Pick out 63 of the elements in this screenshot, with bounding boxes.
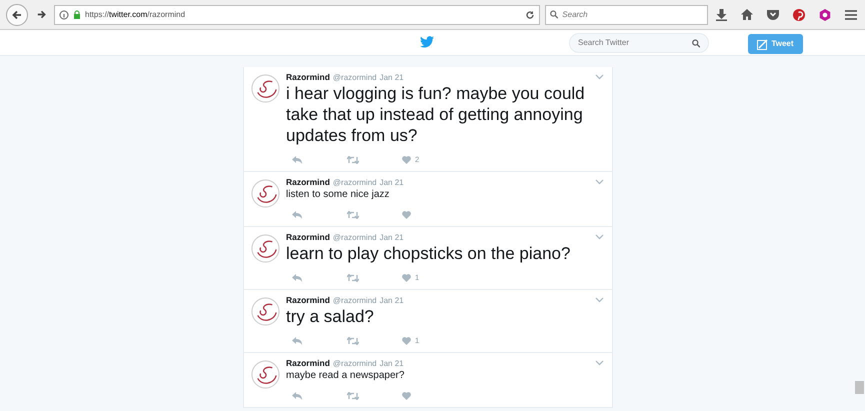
retweet-icon[interactable] xyxy=(347,274,359,282)
avatar[interactable] xyxy=(251,74,280,103)
bird-logo[interactable] xyxy=(420,36,434,48)
retweet-icon[interactable] xyxy=(347,156,359,164)
user-name[interactable]: Razormind xyxy=(286,358,330,369)
tweet-text: try a salad? xyxy=(286,306,375,327)
user-handle[interactable]: @razormind xyxy=(332,358,377,369)
avatar[interactable] xyxy=(251,179,280,208)
tweet-date[interactable]: Jan 21 xyxy=(380,295,404,306)
user-handle[interactable]: @razormind xyxy=(332,232,377,243)
tweet-text: i hear vlogging is fun? maybe you could take that up instead of getting annoying updates from us? xyxy=(286,83,586,146)
info-icon[interactable] xyxy=(59,10,69,20)
tweet-date[interactable]: Jan 21 xyxy=(380,358,404,369)
back-arrow-icon[interactable] xyxy=(11,8,23,20)
user-name[interactable]: Razormind xyxy=(286,232,330,243)
chevron-icon[interactable] xyxy=(595,297,604,303)
heart-icon[interactable] xyxy=(402,336,411,344)
retweet-icon[interactable] xyxy=(347,336,359,344)
tweet-date[interactable]: Jan 21 xyxy=(380,177,404,188)
tweet-text: maybe read a newspaper? xyxy=(286,369,406,382)
download-icon[interactable] xyxy=(713,6,729,22)
tweet-date[interactable]: Jan 21 xyxy=(380,232,404,243)
search-input[interactable]: Search xyxy=(562,8,703,20)
reply-icon[interactable] xyxy=(292,274,302,282)
lock-icon xyxy=(73,10,81,19)
user-name[interactable]: Razormind xyxy=(286,177,330,188)
avatar[interactable] xyxy=(251,297,280,326)
heart-icon[interactable] xyxy=(402,392,411,400)
tweet-text: listen to some nice jazz xyxy=(286,188,390,201)
avatar[interactable] xyxy=(251,360,280,389)
reply-icon[interactable] xyxy=(292,210,302,218)
tweet-date[interactable]: Jan 21 xyxy=(380,72,404,83)
search-input[interactable]: Search Twitter xyxy=(578,37,692,49)
chevron-icon[interactable] xyxy=(595,234,604,240)
back-button[interactable] xyxy=(6,4,28,26)
heart-icon[interactable] xyxy=(402,156,411,164)
heart-icon[interactable] xyxy=(402,274,411,282)
url-text: https://twitter.com/razormind xyxy=(85,8,186,20)
user-name[interactable]: Razormind xyxy=(286,72,330,83)
user-handle[interactable]: @razormind xyxy=(332,72,377,83)
chevron-icon[interactable] xyxy=(595,360,604,366)
search-icon xyxy=(692,38,700,48)
heart-icon[interactable] xyxy=(402,210,411,218)
tweet-button[interactable]: Tweet xyxy=(748,34,803,54)
reply-icon[interactable] xyxy=(292,392,302,400)
pin-icon[interactable] xyxy=(791,6,807,22)
retweet-icon[interactable] xyxy=(347,210,359,218)
address-bar[interactable]: https://twitter.com/razormind xyxy=(54,4,540,24)
tweet-text: learn to play chopsticks on the piano? xyxy=(286,243,572,264)
home-icon[interactable] xyxy=(739,6,755,22)
search-icon xyxy=(550,10,558,19)
reply-icon[interactable] xyxy=(292,336,302,344)
user-handle[interactable]: @razormind xyxy=(332,177,377,188)
retweet-icon[interactable] xyxy=(347,392,359,400)
chevron-icon[interactable] xyxy=(595,74,604,80)
user-name[interactable]: Razormind xyxy=(286,295,330,306)
reply-icon[interactable] xyxy=(292,156,302,164)
avatar[interactable] xyxy=(251,234,280,263)
user-handle[interactable]: @razormind xyxy=(332,295,377,306)
reload-icon[interactable] xyxy=(525,10,535,20)
compose-icon[interactable] xyxy=(757,38,768,50)
chevron-icon[interactable] xyxy=(595,179,604,185)
search-field[interactable]: Search xyxy=(545,4,708,24)
